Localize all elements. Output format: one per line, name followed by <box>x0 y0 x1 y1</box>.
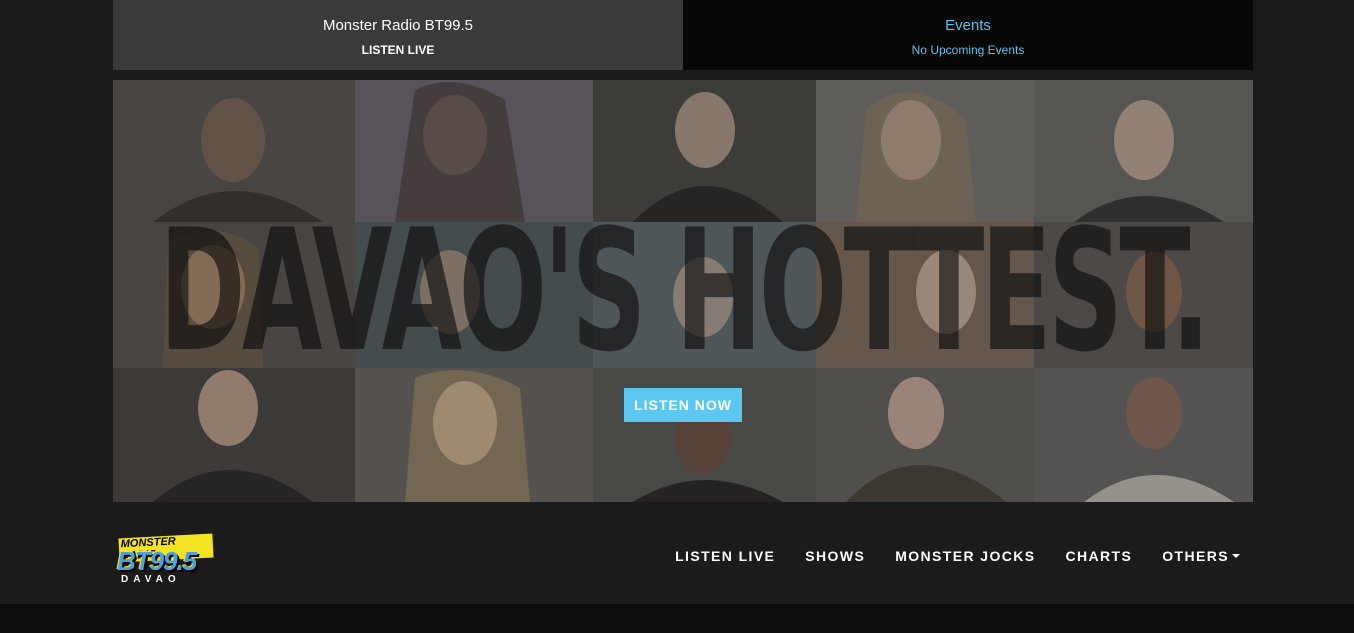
logo-text-city: DAVAO <box>121 574 181 585</box>
main-navbar: MONSTER RADIO BT99.5 DAVAO LISTEN LIVE S… <box>0 502 1354 604</box>
hero-headline: DAVAO'S HOTTEST. <box>159 193 1210 389</box>
events-panel[interactable]: Events No Upcoming Events <box>683 0 1253 70</box>
top-bar: Monster Radio BT99.5 LISTEN LIVE Events … <box>113 0 1253 70</box>
station-name: Monster Radio BT99.5 <box>322 17 474 34</box>
nav-item-charts[interactable]: CHARTS <box>1066 548 1133 564</box>
caret-down-icon <box>1232 554 1240 558</box>
nav-item-label: MONSTER JOCKS <box>895 548 1036 564</box>
events-status: No Upcoming Events <box>911 43 1025 57</box>
nav-item-label: OTHERS <box>1162 548 1229 564</box>
nav-item-monster-jocks[interactable]: MONSTER JOCKS <box>895 548 1035 564</box>
events-title[interactable]: Events <box>945 17 991 34</box>
nav-item-label: CHARTS <box>1065 548 1133 564</box>
nav-menu: LISTEN LIVE SHOWS MONSTER JOCKS CHARTS O… <box>675 548 1240 564</box>
station-logo[interactable]: MONSTER RADIO BT99.5 DAVAO <box>113 533 214 586</box>
nav-item-others[interactable]: OTHERS <box>1162 548 1240 564</box>
page-footer-edge <box>0 604 1354 633</box>
nav-item-label: LISTEN LIVE <box>675 548 776 564</box>
listen-live-link[interactable]: LISTEN LIVE <box>362 43 435 57</box>
hero-banner: DAVAO'S HOTTEST. LISTEN NOW <box>113 80 1253 502</box>
nav-item-shows[interactable]: SHOWS <box>805 548 865 564</box>
nav-item-listen-live[interactable]: LISTEN LIVE <box>675 548 775 564</box>
listen-now-button[interactable]: LISTEN NOW <box>624 388 742 422</box>
page: Monster Radio BT99.5 LISTEN LIVE Events … <box>0 0 1354 633</box>
listen-live-panel[interactable]: Monster Radio BT99.5 LISTEN LIVE <box>113 0 683 70</box>
nav-item-label: SHOWS <box>805 548 866 564</box>
logo-text-main: BT99.5 <box>117 546 197 576</box>
